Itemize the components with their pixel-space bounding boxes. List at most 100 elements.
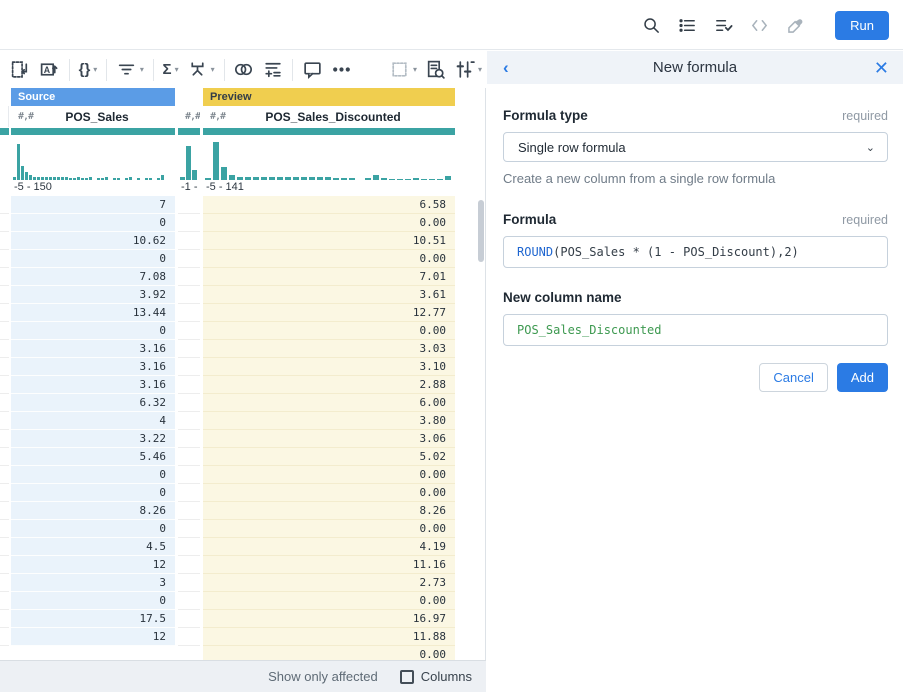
- source-cell[interactable]: 4.5: [11, 538, 175, 556]
- formula-input[interactable]: ROUND(POS_Sales * (1 - POS_Discount),2): [503, 236, 888, 268]
- vertical-scrollbar[interactable]: [478, 200, 484, 262]
- table-cell[interactable]: [0, 592, 9, 610]
- source-cell[interactable]: 17.5: [11, 610, 175, 628]
- source-cell[interactable]: 10.62: [11, 232, 175, 250]
- column-name[interactable]: POS_Sales: [33, 110, 161, 124]
- table-cell[interactable]: [0, 430, 9, 448]
- preview-cell[interactable]: 0.00: [203, 646, 455, 660]
- source-cell[interactable]: 3.16: [11, 358, 175, 376]
- table-cell[interactable]: [178, 412, 200, 430]
- formula-type-select[interactable]: Single row formula ⌄: [503, 132, 888, 162]
- table-cell[interactable]: [178, 376, 200, 394]
- preview-cell[interactable]: 0.00: [203, 520, 455, 538]
- source-cell[interactable]: 3.16: [11, 340, 175, 358]
- source-cell[interactable]: [11, 646, 175, 660]
- table-cell[interactable]: [0, 376, 9, 394]
- table-cell[interactable]: [0, 196, 9, 214]
- close-icon[interactable]: ✕: [874, 59, 889, 77]
- pos-sales-histogram[interactable]: [11, 135, 175, 180]
- source-cell[interactable]: 3.22: [11, 430, 175, 448]
- column-name[interactable]: POS_Sales_Discounted: [225, 110, 441, 124]
- table-cell[interactable]: [178, 268, 200, 286]
- table-cell[interactable]: [178, 520, 200, 538]
- rename-columns-icon[interactable]: A: [39, 59, 60, 80]
- source-cell[interactable]: 4: [11, 412, 175, 430]
- preview-cell[interactable]: 5.02: [203, 448, 455, 466]
- table-cell[interactable]: [178, 358, 200, 376]
- source-cell[interactable]: 3: [11, 574, 175, 592]
- venn-icon[interactable]: [233, 59, 254, 80]
- table-cell[interactable]: [0, 322, 9, 340]
- source-cell[interactable]: 3.92: [11, 286, 175, 304]
- table-cell[interactable]: [178, 394, 200, 412]
- table-cell[interactable]: [0, 268, 9, 286]
- run-button[interactable]: Run: [835, 11, 889, 40]
- preview-cell[interactable]: 2.73: [203, 574, 455, 592]
- table-cell[interactable]: [178, 466, 200, 484]
- sigma-icon[interactable]: Σ▾: [163, 59, 179, 80]
- preview-cell[interactable]: 0.00: [203, 484, 455, 502]
- table-cell[interactable]: [178, 502, 200, 520]
- table-cell[interactable]: [178, 340, 200, 358]
- table-cell[interactable]: [178, 448, 200, 466]
- table-cell[interactable]: [178, 538, 200, 556]
- preview-cell[interactable]: 16.97: [203, 610, 455, 628]
- preview-histogram[interactable]: [203, 135, 455, 180]
- preview-cell[interactable]: 4.19: [203, 538, 455, 556]
- add-button[interactable]: Add: [837, 363, 888, 392]
- table-cell[interactable]: [178, 484, 200, 502]
- table-cell[interactable]: [0, 394, 9, 412]
- more-options-icon[interactable]: [331, 59, 352, 80]
- column-pos-sales[interactable]: Source #,# POS_Sales -5 - 150 7010.6207.…: [11, 88, 175, 660]
- preview-cell[interactable]: 0.00: [203, 214, 455, 232]
- table-cell[interactable]: [0, 502, 9, 520]
- table-cell[interactable]: [178, 628, 200, 646]
- source-cell[interactable]: 0: [11, 214, 175, 232]
- list-check-icon[interactable]: [713, 15, 733, 35]
- table-cell[interactable]: [0, 340, 9, 358]
- table-cell[interactable]: [0, 610, 9, 628]
- table-cell[interactable]: [178, 304, 200, 322]
- table-cell[interactable]: [0, 286, 9, 304]
- source-cell[interactable]: 13.44: [11, 304, 175, 322]
- source-cell[interactable]: 7.08: [11, 268, 175, 286]
- show-only-affected-link[interactable]: Show only affected: [268, 669, 378, 684]
- preview-cell[interactable]: 0.00: [203, 466, 455, 484]
- table-cell[interactable]: [0, 448, 9, 466]
- table-cell[interactable]: [178, 196, 200, 214]
- columns-checkbox[interactable]: [400, 670, 414, 684]
- column-preview-pos-sales-discounted[interactable]: Preview #,# POS_Sales_Discounted -5 - 14…: [203, 88, 455, 660]
- source-cell[interactable]: 3.16: [11, 376, 175, 394]
- table-cell[interactable]: [0, 214, 9, 232]
- table-cell[interactable]: [0, 412, 9, 430]
- preview-cell[interactable]: 11.16: [203, 556, 455, 574]
- table-cell[interactable]: [0, 304, 9, 322]
- table-cell[interactable]: [0, 574, 9, 592]
- source-cell[interactable]: 0: [11, 322, 175, 340]
- source-cell[interactable]: 0: [11, 520, 175, 538]
- table-cell[interactable]: [178, 214, 200, 232]
- table-cell[interactable]: [178, 556, 200, 574]
- columns-toggle[interactable]: Columns: [400, 669, 472, 684]
- table-cell[interactable]: [0, 250, 9, 268]
- preview-cell[interactable]: 0.00: [203, 592, 455, 610]
- table-cell[interactable]: [178, 250, 200, 268]
- table-cell[interactable]: [178, 232, 200, 250]
- search-icon[interactable]: [641, 15, 661, 35]
- source-cell[interactable]: 12: [11, 628, 175, 646]
- preview-cell[interactable]: 3.06: [203, 430, 455, 448]
- table-cell[interactable]: [0, 358, 9, 376]
- table-cell[interactable]: [0, 538, 9, 556]
- table-cell[interactable]: [0, 484, 9, 502]
- source-cell[interactable]: 7: [11, 196, 175, 214]
- preview-cell[interactable]: 12.77: [203, 304, 455, 322]
- new-column-name-input[interactable]: POS_Sales_Discounted: [503, 314, 888, 346]
- preview-cell[interactable]: 7.01: [203, 268, 455, 286]
- list-icon[interactable]: [677, 15, 697, 35]
- analyze-icon[interactable]: [425, 59, 446, 80]
- source-cell[interactable]: 0: [11, 250, 175, 268]
- reorder-columns-icon[interactable]: [10, 59, 31, 80]
- preview-cell[interactable]: 3.03: [203, 340, 455, 358]
- preview-cell[interactable]: 10.51: [203, 232, 455, 250]
- braces-icon[interactable]: {}▾: [79, 59, 98, 80]
